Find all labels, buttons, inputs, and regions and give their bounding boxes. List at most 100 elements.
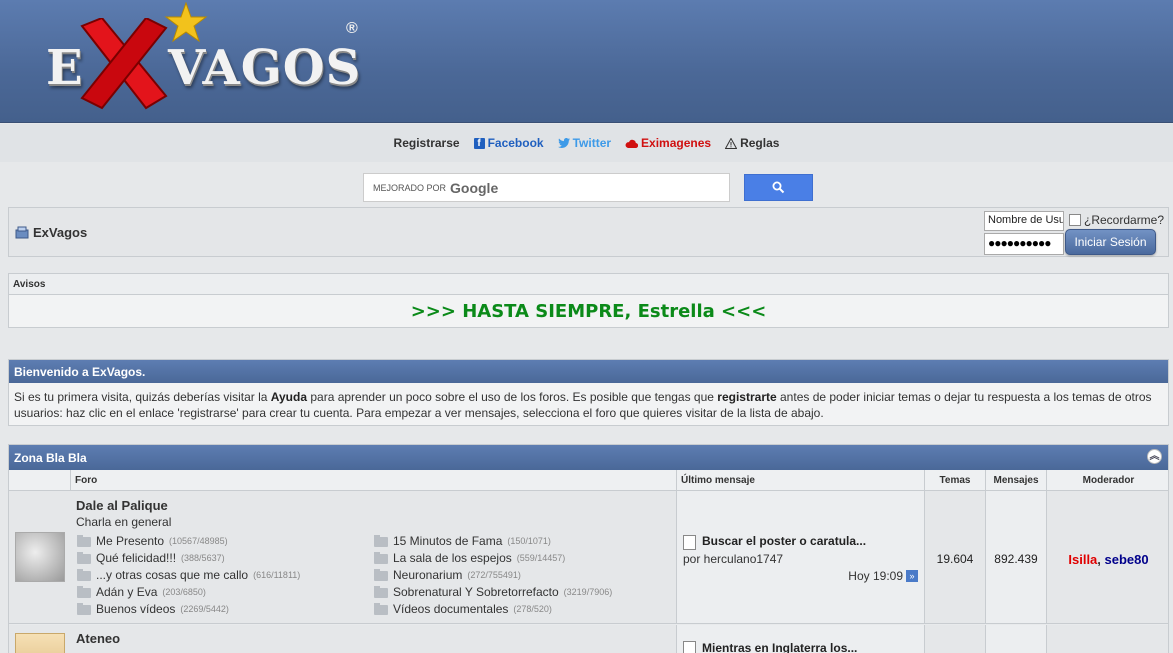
subforum-link[interactable]: Vídeos documentales (278/520) xyxy=(374,601,612,618)
subforum-name: 15 Minutos de Fama xyxy=(393,534,503,548)
subforum-name: Sobrenatural Y Sobretorrefacto xyxy=(393,585,559,599)
username-input[interactable]: Nombre de Usu xyxy=(984,211,1064,231)
welcome-text-part: Si es tu primera visita, quizás deberías… xyxy=(14,390,271,404)
nav-eximagenes-label: Eximagenes xyxy=(641,136,712,150)
last-post-time: Hoy 19:09» xyxy=(848,569,918,583)
col-posts: Mensajes xyxy=(986,470,1047,491)
nav-rules-link[interactable]: Reglas xyxy=(725,136,779,150)
topics-cell xyxy=(925,625,986,653)
welcome-text: Si es tu primera visita, quizás deberías… xyxy=(9,383,1168,427)
nav-facebook-label: Facebook xyxy=(487,136,544,150)
nav-twitter-link[interactable]: Twitter xyxy=(557,136,612,150)
moderators: Isilla, sebe80 xyxy=(1047,552,1168,567)
subforum-link[interactable]: Adán y Eva (203/6850) xyxy=(77,584,300,601)
forum-thumbnail xyxy=(15,633,65,653)
folder-icon xyxy=(77,568,91,581)
subforum-link[interactable]: Buenos vídeos (2269/5442) xyxy=(77,601,300,618)
forum-zone: Zona Bla Bla ︽ Foro Último mensaje Temas… xyxy=(8,444,1169,653)
search-powered-by: MEJORADO POR xyxy=(373,182,447,193)
subforum-count: (559/14457) xyxy=(516,553,566,563)
topics-cell: 19.604 xyxy=(925,491,986,624)
facebook-icon: f xyxy=(473,137,485,149)
moderator-link[interactable]: Isilla xyxy=(1068,552,1097,567)
subforum-name: Me Presento xyxy=(96,534,165,548)
star-icon xyxy=(164,2,208,43)
nav-facebook-link[interactable]: f Facebook xyxy=(473,136,544,150)
welcome-text-part: para aprender un poco sobre el uso de lo… xyxy=(307,390,718,404)
document-icon xyxy=(683,641,696,653)
col-moderator: Moderador xyxy=(1047,470,1168,491)
zone-title: Zona Bla Bla xyxy=(14,451,87,465)
folder-icon xyxy=(374,551,388,564)
subforum-count: (272/755491) xyxy=(467,570,521,580)
exvagos-logo[interactable]: E VAGOS ® xyxy=(46,2,376,114)
nav-rules-label: Reglas xyxy=(740,136,780,150)
topics-count: 19.604 xyxy=(936,552,974,566)
posts-count: 892.439 xyxy=(994,552,1038,566)
subforum-name: ...y otras cosas que me callo xyxy=(96,568,249,582)
moderator-separator: , xyxy=(1097,552,1105,567)
folder-icon xyxy=(77,534,91,547)
breadcrumb-bar: ExVagos Nombre de Usu ●●●●●●●●●● ¿Record… xyxy=(8,207,1169,257)
subforum-link[interactable]: Me Presento (10567/48985) xyxy=(77,533,300,550)
forum-title[interactable]: Ateneo xyxy=(76,631,120,646)
folder-icon xyxy=(374,585,388,598)
site-header: E VAGOS ® xyxy=(0,0,1173,123)
subforum-count: (2269/5442) xyxy=(180,604,229,614)
document-icon xyxy=(683,535,696,550)
nav-twitter-label: Twitter xyxy=(572,136,612,150)
folder-icon xyxy=(77,551,91,564)
subforum-name: Neuronarium xyxy=(393,568,463,582)
table-row: Dale al Palique Charla en general Me Pre… xyxy=(9,491,677,624)
subforum-name: Adán y Eva xyxy=(96,585,158,599)
moderator-cell xyxy=(1047,625,1168,653)
register-link[interactable]: registrarte xyxy=(717,390,776,404)
posts-cell: 892.439 xyxy=(986,491,1047,624)
remember-checkbox[interactable] xyxy=(1069,214,1081,226)
subforum-link[interactable]: ...y otras cosas que me callo (616/11811) xyxy=(77,567,300,584)
subforum-list-right: 15 Minutos de Fama (150/1071) La sala de … xyxy=(374,533,612,618)
moderator-link[interactable]: sebe80 xyxy=(1105,552,1149,567)
nav-eximagenes-link[interactable]: Eximagenes xyxy=(625,136,711,150)
col-forum: Foro xyxy=(71,470,677,491)
last-post-title[interactable]: Mientras en Inglaterra los... xyxy=(702,641,857,653)
last-post-user[interactable]: por herculano1747 xyxy=(683,552,783,566)
subforum-link[interactable]: 15 Minutos de Fama (150/1071) xyxy=(374,533,612,550)
password-input[interactable]: ●●●●●●●●●● xyxy=(984,233,1064,255)
subforum-link[interactable]: La sala de los espejos (559/14457) xyxy=(374,550,612,567)
subforum-link[interactable]: Neuronarium (272/755491) xyxy=(374,567,612,584)
breadcrumb-title[interactable]: ExVagos xyxy=(33,225,87,240)
col-last-post: Último mensaje xyxy=(677,470,925,491)
collapse-icon[interactable]: ︽ xyxy=(1147,449,1162,464)
table-row: Ateneo xyxy=(9,625,677,653)
subforum-count: (203/6850) xyxy=(162,587,206,597)
forum-home-icon xyxy=(15,226,29,239)
forum-description: Charla en general xyxy=(76,515,172,529)
folder-icon xyxy=(77,585,91,598)
posts-cell xyxy=(986,625,1047,653)
search-input[interactable]: MEJORADO POR Google xyxy=(363,173,730,202)
moderator-cell: Isilla, sebe80 xyxy=(1047,491,1168,624)
forum-thumbnail xyxy=(15,532,65,582)
help-link[interactable]: Ayuda xyxy=(271,390,307,404)
go-to-post-icon[interactable]: » xyxy=(906,570,918,582)
remember-label: ¿Recordarme? xyxy=(1084,213,1165,227)
subforum-count: (150/1071) xyxy=(507,536,551,546)
last-post-title[interactable]: Buscar el poster o caratula... xyxy=(702,534,866,548)
subforum-count: (388/5637) xyxy=(181,553,225,563)
last-post-cell: Mientras en Inglaterra los... xyxy=(677,625,925,653)
twitter-icon xyxy=(557,138,570,148)
subforum-link[interactable]: Qué felicidad!!! (388/5637) xyxy=(77,550,300,567)
search-button[interactable] xyxy=(744,174,813,201)
notice-message: >>> HASTA SIEMPRE, Estrella <<< xyxy=(410,301,767,322)
subforum-count: (10567/48985) xyxy=(169,536,228,546)
login-button[interactable]: Iniciar Sesión xyxy=(1065,229,1156,255)
zone-heading: Zona Bla Bla ︽ xyxy=(9,445,1168,470)
subforum-count: (278/520) xyxy=(513,604,552,614)
nav-register-link[interactable]: Registrarse xyxy=(394,136,460,150)
forum-title[interactable]: Dale al Palique xyxy=(76,498,168,513)
remember-me[interactable]: ¿Recordarme? xyxy=(1069,213,1164,227)
subforum-link[interactable]: Sobrenatural Y Sobretorrefacto (3219/7906… xyxy=(374,584,612,601)
subforum-name: Buenos vídeos xyxy=(96,602,176,616)
notices-heading: Avisos xyxy=(9,274,1168,295)
